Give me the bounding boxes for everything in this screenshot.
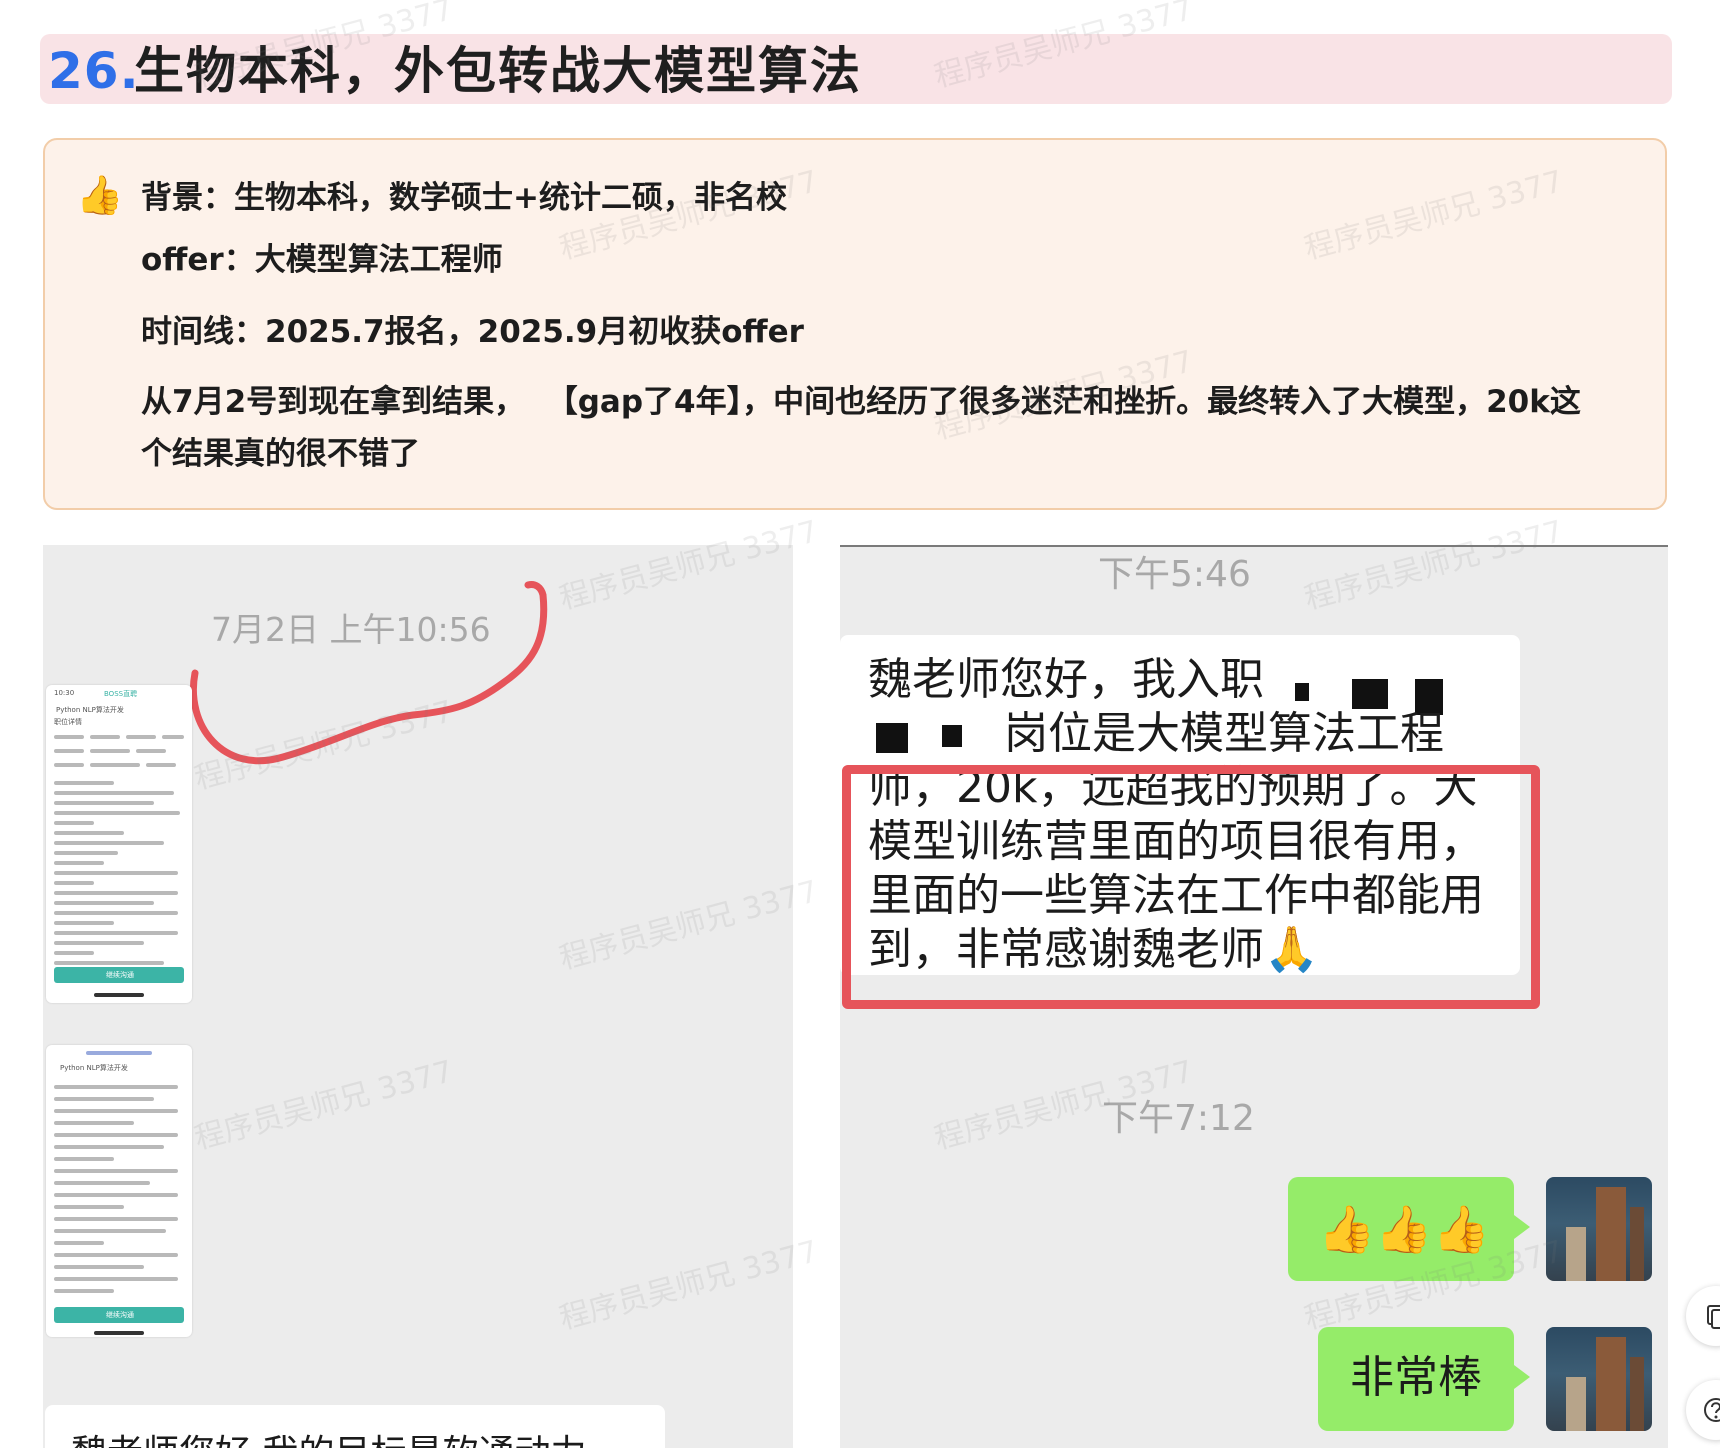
job-detail-screenshot-1: 10:30 BOSS直聘 Python NLP算法开发 职位详情 继续沟通 <box>46 685 192 1003</box>
help-icon <box>1704 1398 1720 1422</box>
bottom-message-text: 魏老师您好 我的目标是软通动力 <box>71 1427 586 1448</box>
thumbs-up-icon: 👍 <box>76 173 124 217</box>
chat-time-2: 下午7:12 <box>1102 1098 1255 1139</box>
message-line-1: 魏老师您好，我入职 <box>868 654 1264 705</box>
section-title: 生物本科，外包转战大模型算法 <box>134 42 862 100</box>
mini-continue-label: 继续沟通 <box>106 971 134 979</box>
copy-icon <box>1707 1305 1720 1329</box>
mini-job-title: Python NLP算法开发 <box>56 706 124 714</box>
job-detail-screenshot-2: Python NLP算法开发 继续沟通 <box>46 1045 192 1337</box>
background-line: 背景：生物本科，数学硕士+统计二硕，非名校 <box>141 180 787 216</box>
red-highlight-box <box>842 765 1540 1009</box>
right-chat-screenshot: 下午5:46 魏老师您好，我入职 岗位是大模型算法工程 师，20k，远超我的预期… <box>840 545 1668 1448</box>
mini-status-time: 10:30 <box>54 689 75 697</box>
avatar-2 <box>1546 1327 1652 1431</box>
offer-line: offer：大模型算法工程师 <box>141 242 503 278</box>
reply-bubble-thumbs: 👍👍👍 <box>1288 1177 1530 1281</box>
reply-text: 非常棒 <box>1350 1352 1482 1403</box>
story-line-1: 从7月2号到现在拿到结果， 【gap了4年】，中间也经历了很多迷茫和挫折。最终转… <box>141 384 1581 420</box>
thumbs-up-icon: 👍👍👍 <box>1318 1202 1490 1256</box>
red-annotation-circle <box>190 581 548 765</box>
help-button[interactable] <box>1686 1380 1720 1440</box>
mini-job-title-2: Python NLP算法开发 <box>60 1064 128 1072</box>
mini-continue-label-2: 继续沟通 <box>106 1311 134 1319</box>
copy-button[interactable] <box>1686 1286 1720 1346</box>
left-chat-screenshot: 7月2日 上午10:56 10:30 BOSS直聘 Python NLP算法开发… <box>43 545 793 1448</box>
mini-app-name: BOSS直聘 <box>104 690 138 698</box>
avatar <box>1546 1177 1652 1281</box>
reply-bubble-text: 非常棒 <box>1318 1327 1530 1431</box>
chat-time-1: 下午5:46 <box>1098 554 1251 595</box>
mini-section-label: 职位详情 <box>54 718 82 726</box>
bottom-message-bubble: 魏老师您好 我的目标是软通动力 <box>45 1405 665 1448</box>
timeline-line: 时间线：2025.7报名，2025.9月初收获offer <box>141 314 804 350</box>
story-line-2: 个结果真的很不错了 <box>141 436 420 472</box>
message-line-2: 岗位是大模型算法工程 <box>1004 708 1444 759</box>
section-number: 26. <box>48 42 140 100</box>
